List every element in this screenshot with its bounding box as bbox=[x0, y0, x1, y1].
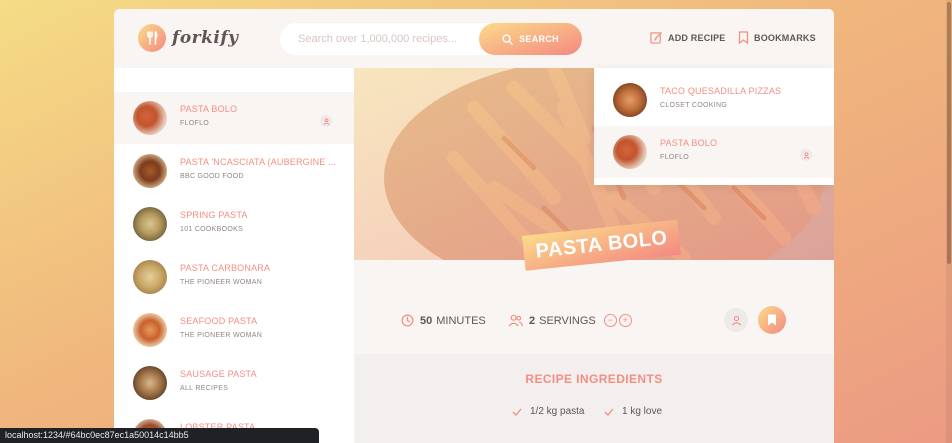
user-generated-icon bbox=[320, 115, 332, 127]
result-item[interactable]: PASTA CARBONARA THE PIONEER WOMAN bbox=[114, 251, 354, 303]
bookmarks-dropdown: TACO QUESADILLA PIZZAS CLOSET COOKING PA… bbox=[594, 68, 834, 185]
result-item[interactable]: PASTA 'NCASCIATA (AUBERGINE ... BBC GOOD… bbox=[114, 145, 354, 197]
result-publisher: FLOFLO bbox=[180, 120, 210, 127]
result-publisher: 101 COOKBOOKS bbox=[180, 226, 244, 233]
ingredient-item: 1 kg love bbox=[604, 406, 662, 417]
servings: 2 SERVINGS − + bbox=[508, 314, 632, 327]
app-container: forkify SEARCH ADD RECIPE BOOKMARKS bbox=[114, 9, 834, 443]
search-results: PASTA BOLO FLOFLO PASTA 'NCASCIATA (AUBE… bbox=[114, 68, 354, 443]
result-title: PASTA 'NCASCIATA (AUBERGINE ... bbox=[180, 157, 337, 167]
cooking-time-label: MINUTES bbox=[436, 314, 486, 327]
bookmark-title: TACO QUESADILLA PIZZAS bbox=[660, 86, 782, 96]
bookmarks-button[interactable]: BOOKMARKS bbox=[738, 31, 816, 44]
cooking-time-value: 50 bbox=[420, 314, 433, 327]
add-recipe-label: ADD RECIPE bbox=[668, 32, 726, 43]
check-icon bbox=[512, 408, 522, 416]
recipe-thumbnail bbox=[613, 83, 647, 117]
clock-icon bbox=[401, 314, 414, 327]
bookmark-item[interactable]: PASTA BOLO FLOFLO bbox=[594, 126, 834, 178]
recipe-thumbnail bbox=[133, 154, 167, 188]
result-title: PASTA CARBONARA bbox=[180, 263, 271, 273]
bookmark-title: PASTA BOLO bbox=[660, 138, 718, 148]
result-title: SEAFOOD PASTA bbox=[180, 316, 258, 326]
search-form: SEARCH bbox=[280, 23, 582, 55]
result-item[interactable]: PASTA BOLO FLOFLO bbox=[114, 92, 354, 144]
bookmark-publisher: CLOSET COOKING bbox=[660, 102, 728, 109]
ingredient-text: 1/2 kg pasta bbox=[530, 406, 585, 417]
users-icon bbox=[508, 314, 523, 327]
servings-label: SERVINGS bbox=[539, 314, 596, 327]
header: forkify SEARCH ADD RECIPE BOOKMARKS bbox=[114, 9, 834, 68]
result-publisher: THE PIONEER WOMAN bbox=[180, 279, 263, 286]
scrollbar-thumb[interactable] bbox=[947, 2, 951, 264]
bookmark-publisher: FLOFLO bbox=[660, 154, 690, 161]
recipe-thumbnail bbox=[613, 135, 647, 169]
bookmark-item[interactable]: TACO QUESADILLA PIZZAS CLOSET COOKING bbox=[594, 74, 834, 126]
result-publisher: ALL RECIPES bbox=[180, 385, 229, 392]
bookmarks-label: BOOKMARKS bbox=[754, 32, 816, 43]
logo-text: forkify bbox=[172, 28, 239, 48]
status-bar-url: localhost:1234/#64bc0ec87ec1a50014c14bb5 bbox=[0, 428, 319, 443]
ingredient-text: 1 kg love bbox=[622, 406, 663, 417]
increase-servings-button[interactable]: + bbox=[618, 314, 632, 327]
search-input[interactable] bbox=[298, 33, 488, 45]
fork-knife-icon bbox=[138, 24, 166, 52]
recipe-thumbnail bbox=[133, 313, 167, 347]
search-button[interactable]: SEARCH bbox=[479, 23, 582, 55]
result-title: SPRING PASTA bbox=[180, 210, 248, 220]
servings-value: 2 bbox=[529, 314, 536, 327]
result-publisher: BBC GOOD FOOD bbox=[180, 173, 244, 180]
decrease-servings-button[interactable]: − bbox=[603, 314, 617, 327]
result-item[interactable]: SAUSAGE PASTA ALL RECIPES bbox=[114, 357, 354, 409]
bookmark-icon bbox=[738, 31, 749, 44]
recipe-thumbnail bbox=[133, 366, 167, 400]
add-recipe-button[interactable]: ADD RECIPE bbox=[650, 31, 726, 44]
user-generated-icon bbox=[724, 308, 748, 332]
logo[interactable]: forkify bbox=[138, 24, 239, 52]
recipe-thumbnail bbox=[133, 101, 167, 135]
edit-icon bbox=[650, 31, 663, 44]
search-button-label: SEARCH bbox=[519, 34, 559, 44]
result-title: PASTA BOLO bbox=[180, 104, 238, 114]
bookmark-filled-icon bbox=[768, 314, 776, 326]
bookmark-button[interactable] bbox=[758, 306, 786, 334]
check-icon bbox=[604, 408, 614, 416]
cooking-time: 50 MINUTES bbox=[401, 314, 486, 327]
result-publisher: THE PIONEER WOMAN bbox=[180, 332, 263, 339]
search-icon bbox=[502, 33, 513, 45]
recipe-ingredients: RECIPE INGREDIENTS 1/2 kg pasta 1 kg lov… bbox=[354, 354, 834, 443]
result-title: SAUSAGE PASTA bbox=[180, 369, 257, 379]
recipe-thumbnail bbox=[133, 260, 167, 294]
recipe-details: 50 MINUTES 2 SERVINGS − + bbox=[354, 298, 834, 338]
result-item[interactable]: SEAFOOD PASTA THE PIONEER WOMAN bbox=[114, 304, 354, 356]
ingredients-heading: RECIPE INGREDIENTS bbox=[525, 372, 663, 386]
ingredient-item: 1/2 kg pasta bbox=[512, 406, 584, 417]
user-generated-icon bbox=[800, 149, 812, 161]
recipe-thumbnail bbox=[133, 207, 167, 241]
result-item[interactable]: SPRING PASTA 101 COOKBOOKS bbox=[114, 198, 354, 250]
